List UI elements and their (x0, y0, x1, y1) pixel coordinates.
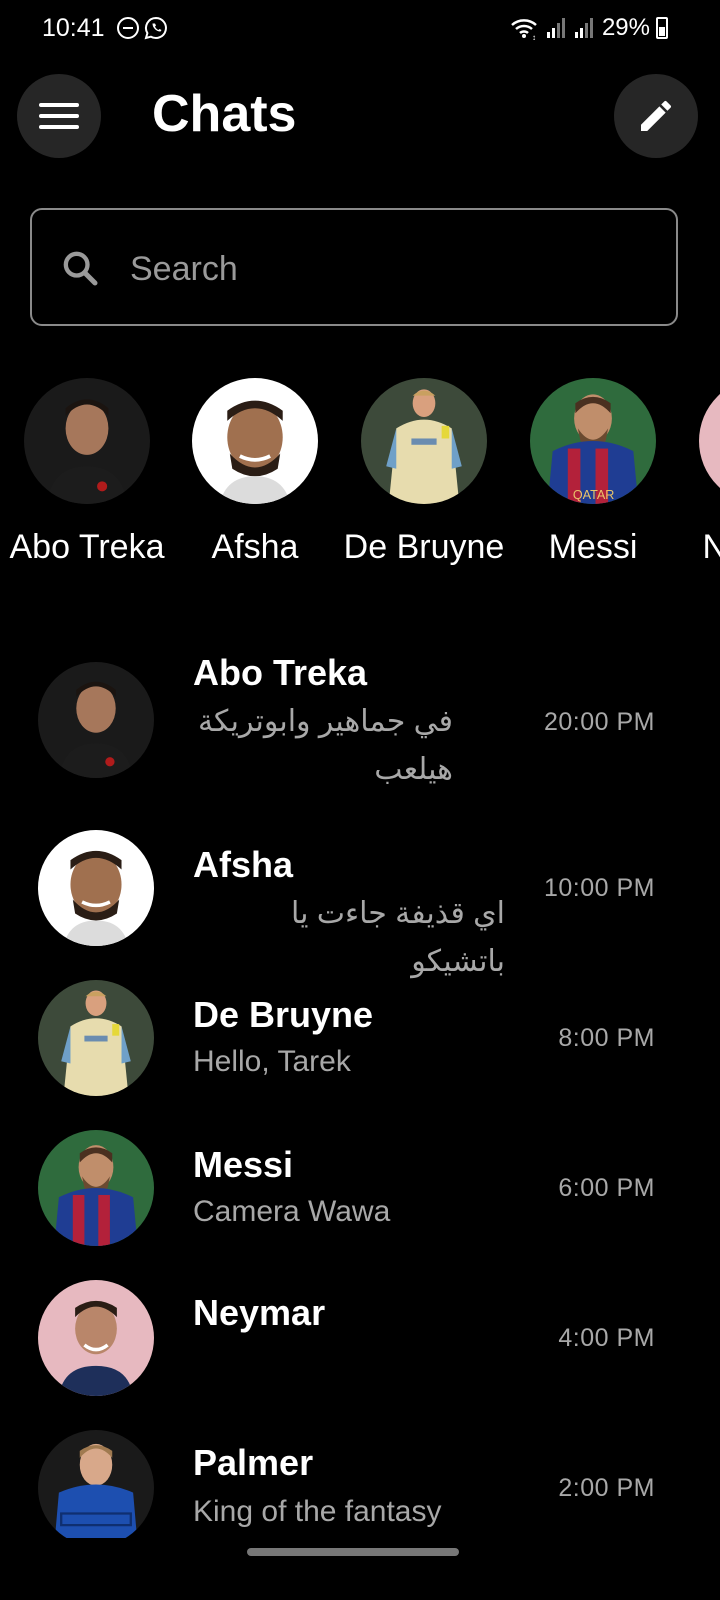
chat-message: Hello, Tarek (193, 1045, 351, 1078)
chat-name: De Bruyne (193, 994, 374, 1035)
chat-item[interactable]: Palmer King of the fantasy 2:00 PM (0, 1428, 720, 1538)
battery-percent: 29% (601, 14, 650, 41)
story-item[interactable]: QATAR Messi (508, 378, 678, 567)
chat-time: 6:00 PM (558, 1174, 655, 1202)
search-input[interactable] (128, 240, 632, 298)
chat-message: King of the fantasy (193, 1495, 442, 1528)
chat-avatar (38, 830, 154, 946)
status-left-icons (116, 16, 168, 40)
story-avatar (192, 378, 318, 504)
menu-button[interactable] (17, 74, 101, 158)
chat-time: 8:00 PM (558, 1024, 655, 1052)
chat-time: 10:00 PM (543, 874, 655, 902)
svg-text:↕: ↕ (532, 33, 536, 40)
dnd-icon (117, 17, 139, 39)
svg-text:QATAR: QATAR (573, 488, 615, 502)
search-icon (63, 251, 98, 286)
chat-item[interactable]: Neymar 4:00 PM (0, 1278, 720, 1398)
story-name: Messi (548, 528, 638, 566)
story-item[interactable]: Afsha (170, 378, 340, 567)
story-avatar: QATAR (530, 378, 656, 504)
story-avatar (361, 378, 487, 504)
chat-avatar (38, 662, 154, 778)
chat-item[interactable]: Afsha اي قذيفة جاءت يا باتشيكو 10:00 PM (0, 828, 720, 978)
story-item[interactable]: Abo Treka (2, 378, 172, 567)
battery-icon (656, 17, 668, 39)
hamburger-menu-icon (39, 103, 79, 129)
chat-message: اي قذيفة جاءت يا باتشيكو (290, 897, 505, 978)
search-box[interactable] (30, 208, 678, 326)
chat-avatar (38, 1130, 154, 1246)
whatsapp-icon (144, 16, 167, 40)
chat-avatar (38, 980, 154, 1096)
chat-name: Messi (193, 1144, 294, 1185)
story-avatar (24, 378, 150, 504)
chat-message: Camera Wawa (193, 1195, 391, 1228)
story-avatar (699, 378, 720, 504)
story-item[interactable]: De Bruyne (339, 378, 509, 567)
chat-item[interactable]: Messi Camera Wawa 6:00 PM (0, 1128, 720, 1248)
chat-time: 2:00 PM (558, 1474, 655, 1502)
story-name: Afsha (211, 528, 299, 566)
chat-item[interactable]: Abo Treka في جماهير وابوتريكة هيلعب 20:0… (0, 652, 720, 800)
status-time: 10:41 (42, 14, 105, 42)
pencil-icon (641, 100, 671, 131)
chat-time: 4:00 PM (558, 1324, 655, 1352)
status-bar: 10:41 ↕ 29% (0, 0, 720, 58)
chat-name: Afsha (193, 844, 294, 885)
page-title: Chats (152, 85, 297, 143)
chat-time: 20:00 PM (543, 708, 655, 736)
home-indicator[interactable] (247, 1548, 459, 1556)
chat-avatar (38, 1280, 154, 1396)
signal-icon (546, 18, 565, 38)
stories-row: Abo Treka Afsha De Bruyne QATAR Messi Ne… (0, 378, 720, 578)
story-name: De Bruyne (343, 528, 505, 566)
wifi-icon: ↕ (511, 19, 537, 40)
status-right: ↕ 29% (510, 14, 668, 42)
chat-message: في جماهير وابوتريكة هيلعب (197, 705, 453, 786)
chat-name: Abo Treka (193, 652, 368, 693)
story-name: Abo Treka (9, 528, 165, 566)
new-chat-button[interactable] (614, 74, 698, 158)
chat-name: Neymar (193, 1292, 326, 1333)
chat-name: Palmer (193, 1442, 314, 1483)
story-name: Neymar (702, 528, 720, 566)
signal-icon-2 (574, 18, 593, 38)
chat-avatar (38, 1430, 154, 1538)
story-item[interactable]: Neymar (677, 378, 720, 567)
chat-item[interactable]: De Bruyne Hello, Tarek 8:00 PM (0, 978, 720, 1098)
